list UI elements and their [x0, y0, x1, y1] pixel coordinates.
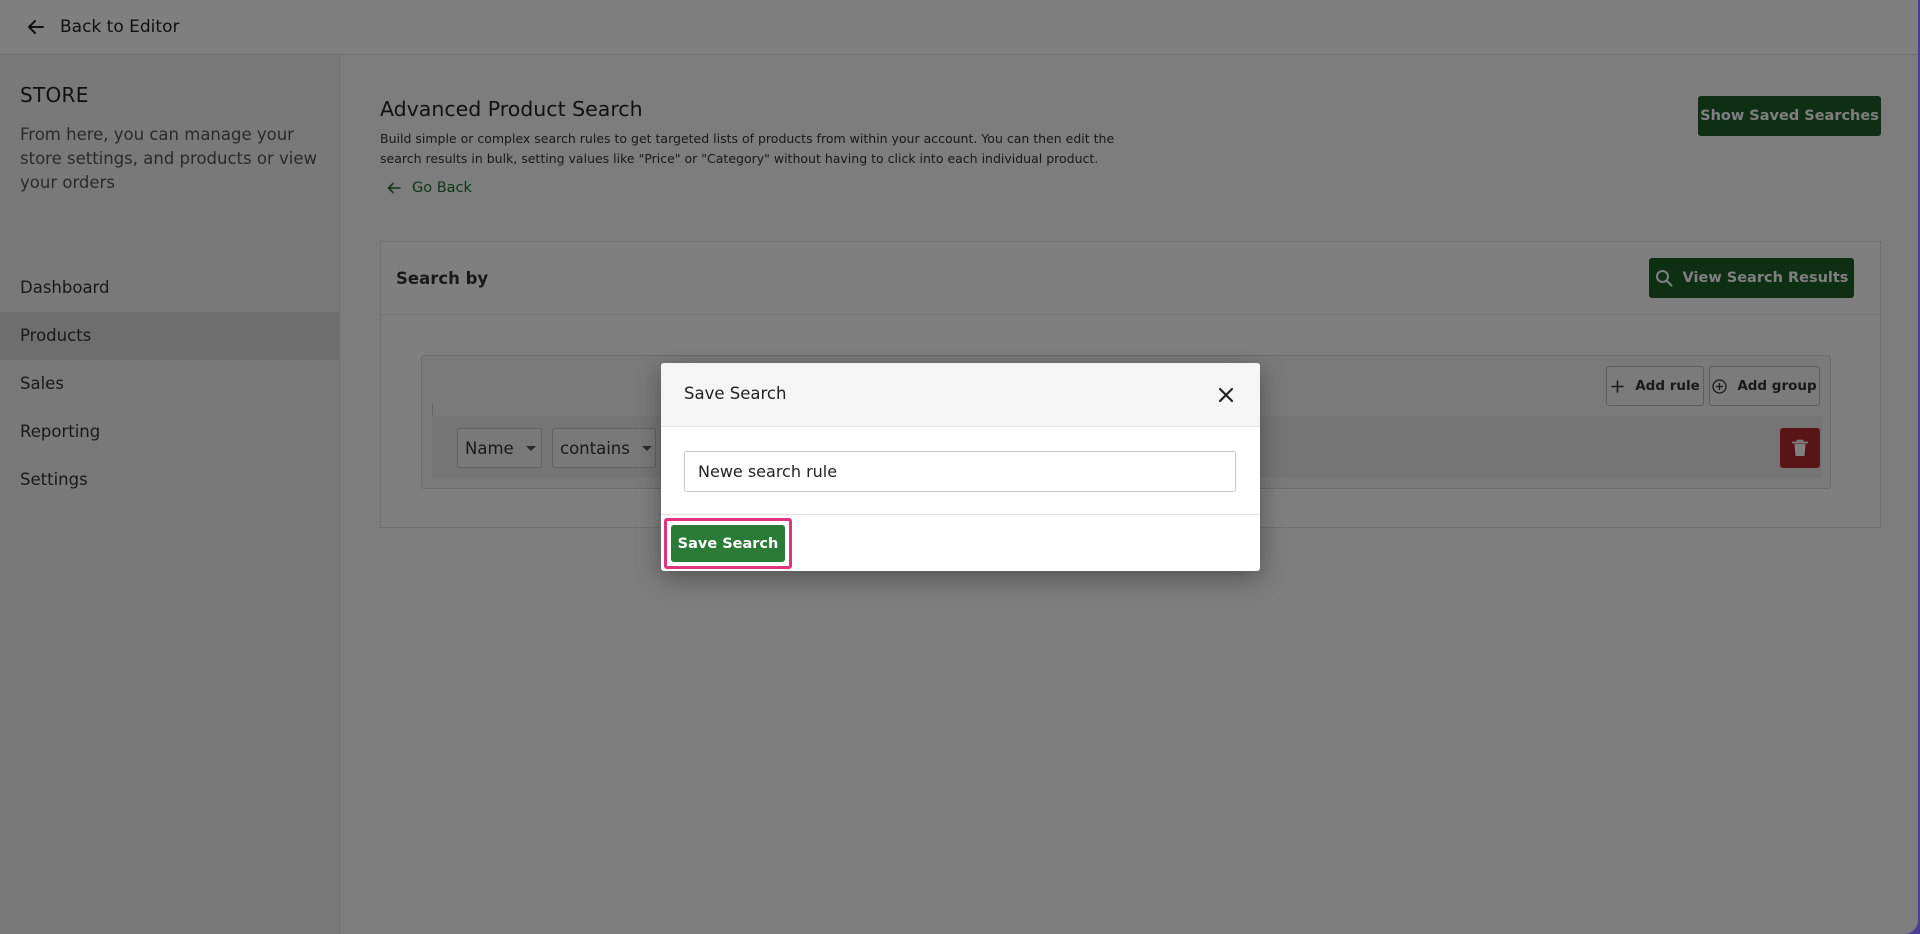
search-name-input[interactable]: [684, 451, 1236, 492]
save-button-highlight: Save Search: [664, 518, 792, 569]
save-search-modal: Save Search Save Search: [661, 363, 1260, 571]
close-icon[interactable]: [1216, 385, 1236, 405]
modal-header: Save Search: [661, 363, 1260, 427]
modal-footer: Save Search: [661, 514, 1260, 571]
app-window: Back to Editor STORE From here, you can …: [0, 0, 1918, 934]
modal-title: Save Search: [684, 384, 787, 403]
save-search-button[interactable]: Save Search: [671, 525, 785, 562]
